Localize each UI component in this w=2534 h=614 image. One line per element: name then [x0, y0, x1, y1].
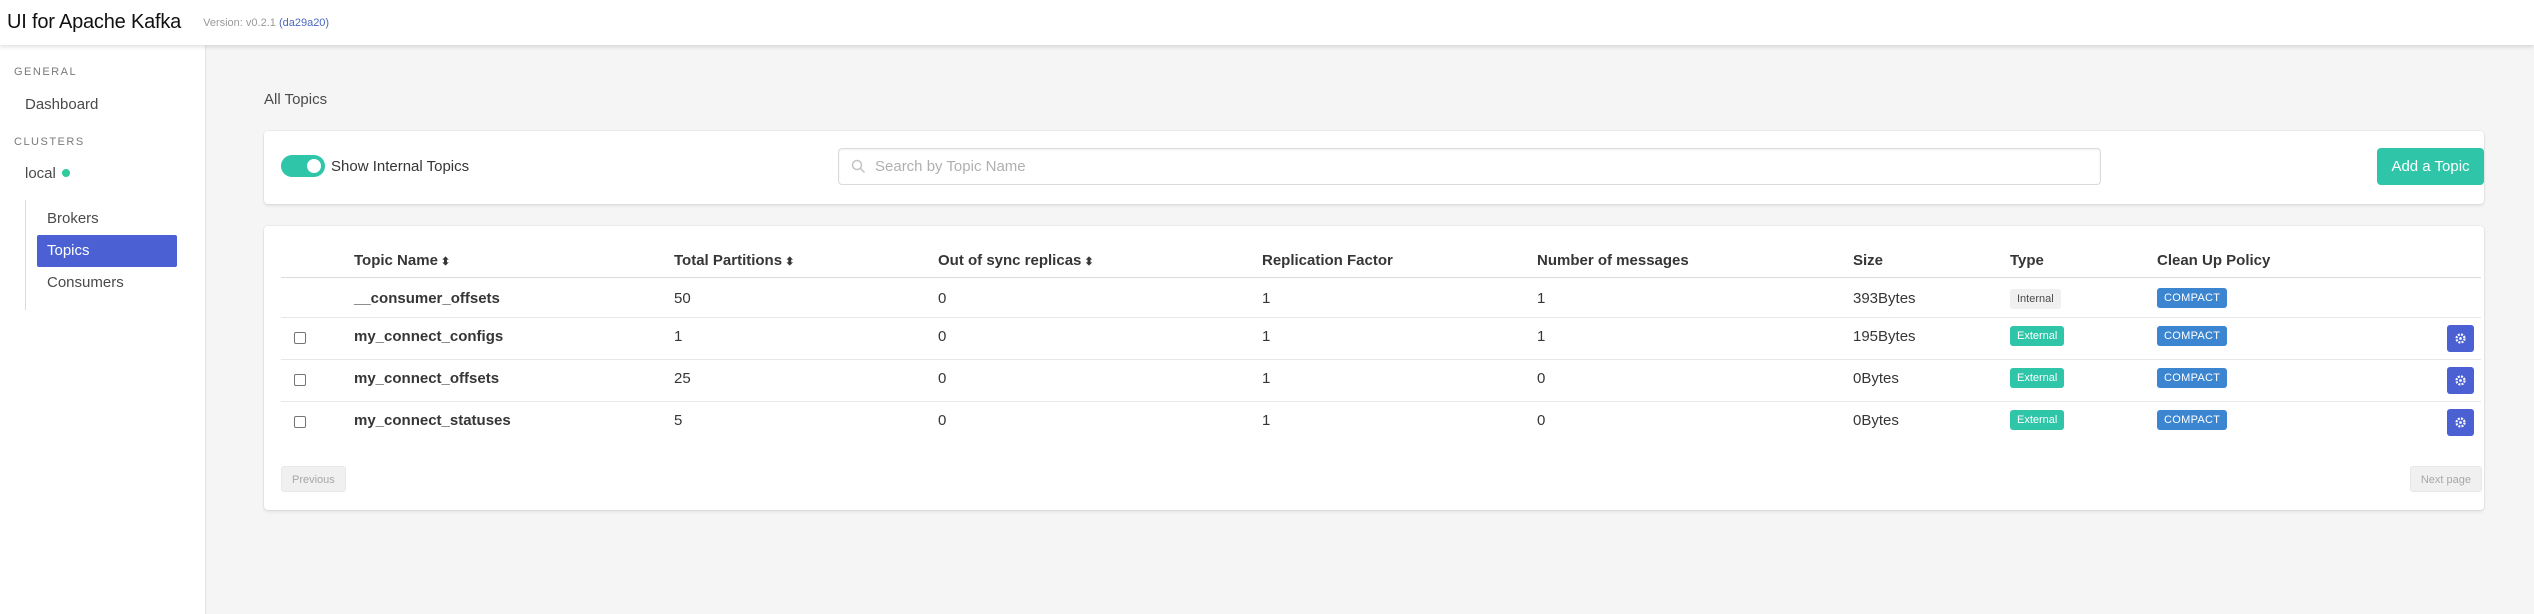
column-header-size: Size: [1853, 252, 1884, 269]
topics-table: Topic Name ⬍ Total Partitions ⬍ Out of syn…: [264, 226, 2484, 510]
column-header-replication-factor: Replication Factor: [1262, 252, 1393, 269]
topic-size: 195Bytes: [1853, 328, 1916, 345]
policy-badge: COMPACT: [2157, 410, 2228, 430]
sidebar-item-dashboard[interactable]: Dashboard: [25, 96, 98, 113]
row-divider: [281, 359, 2481, 360]
type-badge: External: [2010, 410, 2065, 430]
total-partitions: 50: [674, 290, 691, 307]
type-badge: External: [2010, 326, 2065, 346]
show-internal-topics-toggle[interactable]: [281, 155, 325, 177]
sort-icon: ⬍: [785, 256, 795, 268]
clusters-section-label: CLUSTERS: [14, 136, 85, 148]
total-partitions: 25: [674, 370, 691, 387]
next-page-button[interactable]: Next page: [2409, 466, 2482, 492]
row-select-checkbox[interactable]: [294, 332, 306, 344]
general-section-label: GENERAL: [14, 66, 78, 78]
total-partitions: 5: [674, 412, 683, 429]
type-badge: External: [2010, 368, 2065, 388]
column-header-number-of-messages: Number of messages: [1537, 252, 1689, 269]
toggle-knob: [307, 159, 321, 173]
version-number: v0.2.1: [245, 17, 276, 29]
topic-size: 393Bytes: [1853, 290, 1916, 307]
topic-name-link[interactable]: __consumer_offsets: [354, 290, 500, 307]
column-header-topic-name[interactable]: Topic Name ⬍: [354, 252, 450, 269]
cluster-name: local: [25, 165, 56, 182]
number-of-messages: 0: [1537, 370, 1546, 387]
policy-badge: COMPACT: [2157, 288, 2228, 308]
column-header-out-of-sync-replicas[interactable]: Out of sync replicas ⬍: [938, 252, 1094, 269]
number-of-messages: 0: [1537, 412, 1546, 429]
policy-badge: COMPACT: [2157, 368, 2228, 388]
sort-icon: ⬍: [440, 256, 451, 268]
top-navbar: UI for Apache Kafka Version: v0.2.1 (da2…: [0, 0, 2534, 45]
search-field[interactable]: [838, 148, 2101, 185]
column-header-type: Type: [2010, 252, 2044, 269]
submenu-divider: [25, 200, 26, 310]
version-info: Version: v0.2.1 (da29a20): [203, 17, 329, 29]
row-divider: [281, 401, 2481, 402]
column-header-clean-up-policy: Clean Up Policy: [2157, 252, 2271, 269]
number-of-messages: 1: [1537, 290, 1546, 307]
row-divider: [281, 317, 2481, 318]
out-of-sync-replicas: 0: [938, 290, 947, 307]
policy-badge: COMPACT: [2157, 326, 2228, 346]
sidebar-item-topics[interactable]: Topics: [37, 235, 177, 267]
show-internal-topics-label[interactable]: Show Internal Topics: [331, 158, 469, 175]
out-of-sync-replicas: 0: [938, 412, 947, 429]
search-input[interactable]: [875, 149, 2085, 184]
previous-page-button[interactable]: Previous: [281, 466, 346, 492]
topic-name-link[interactable]: my_connect_configs: [354, 328, 503, 345]
header-divider: [281, 277, 2481, 278]
topic-name-link[interactable]: my_connect_offsets: [354, 370, 499, 387]
replication-factor: 1: [1262, 370, 1271, 387]
gear-icon: [2455, 375, 2466, 386]
topic-settings-button[interactable]: [2447, 367, 2474, 394]
replication-factor: 1: [1262, 328, 1271, 345]
gear-icon: [2455, 417, 2466, 428]
number-of-messages: 1: [1537, 328, 1546, 345]
row-select-checkbox[interactable]: [294, 416, 306, 428]
sort-icon: ⬍: [1084, 256, 1094, 268]
app-title[interactable]: UI for Apache Kafka: [7, 11, 181, 34]
out-of-sync-replicas: 0: [938, 328, 947, 345]
topic-settings-button[interactable]: [2447, 325, 2474, 352]
topics-toolbar: Show Internal Topics Add a Topic: [264, 131, 2484, 204]
topic-name-link[interactable]: my_connect_statuses: [354, 412, 511, 429]
sidebar-item-brokers[interactable]: Brokers: [37, 203, 177, 235]
version-label: Version:: [203, 17, 243, 29]
type-badge: Internal: [2010, 289, 2061, 309]
cluster-status-dot: [61, 169, 70, 178]
topic-settings-button[interactable]: [2447, 409, 2474, 436]
gear-icon: [2455, 333, 2466, 344]
topic-size: 0Bytes: [1853, 412, 1899, 429]
main-content: All Topics Show Internal Topics Add a To…: [207, 45, 2534, 614]
sidebar-item-cluster-local[interactable]: local: [25, 165, 70, 182]
out-of-sync-replicas: 0: [938, 370, 947, 387]
sidebar: GENERAL Dashboard CLUSTERS local Brokers…: [0, 45, 206, 614]
sidebar-item-consumers[interactable]: Consumers: [37, 267, 177, 299]
column-header-total-partitions[interactable]: Total Partitions ⬍: [674, 252, 794, 269]
page-title: All Topics: [264, 91, 328, 108]
topic-size: 0Bytes: [1853, 370, 1899, 387]
version-hash-link[interactable]: (da29a20): [279, 17, 329, 29]
replication-factor: 1: [1262, 412, 1271, 429]
search-icon: [851, 159, 865, 173]
row-select-checkbox[interactable]: [294, 374, 306, 386]
total-partitions: 1: [674, 328, 683, 345]
add-topic-button[interactable]: Add a Topic: [2377, 148, 2484, 185]
replication-factor: 1: [1262, 290, 1271, 307]
